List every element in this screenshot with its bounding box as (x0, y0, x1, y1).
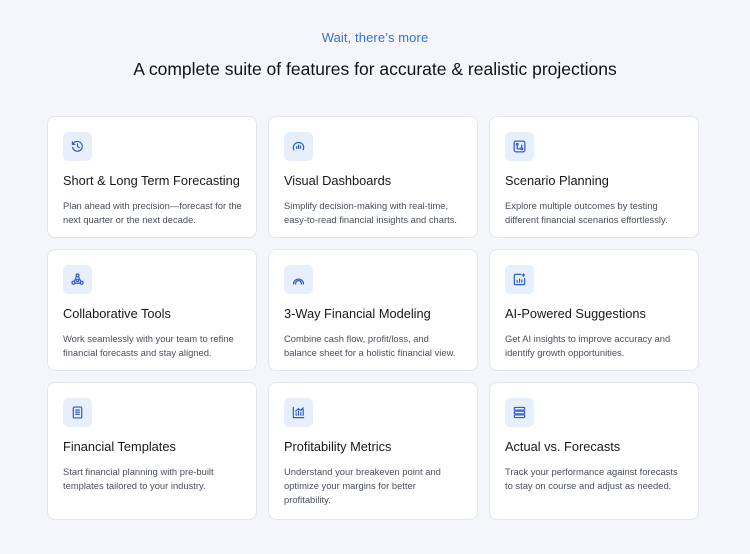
feature-description: Combine cash flow, profit/loss, and bala… (284, 333, 456, 358)
feature-card-profitability: Profitability Metrics Understand your br… (268, 382, 478, 520)
feature-card-dashboards: Visual Dashboards Simplify decision-maki… (268, 116, 478, 238)
features-section: Wait, there’s more A complete suite of f… (0, 0, 750, 554)
feature-card-forecasting: Short & Long Term Forecasting Plan ahead… (47, 116, 257, 238)
feature-card-collaborative: Collaborative Tools Work seamlessly with… (47, 249, 257, 371)
feature-card-ai: AI-Powered Suggestions Get AI insights t… (489, 249, 699, 371)
feature-title: Profitability Metrics (284, 439, 392, 454)
section-eyebrow: Wait, there’s more (321, 30, 429, 45)
model-cycle-icon (284, 265, 313, 294)
feature-title: Short & Long Term Forecasting (63, 173, 240, 188)
feature-title: Financial Templates (63, 439, 176, 454)
feature-title: Visual Dashboards (284, 173, 392, 188)
section-title: A complete suite of features for accurat… (133, 59, 617, 79)
bar-chart-icon (284, 398, 313, 427)
clock-refresh-icon (63, 132, 92, 161)
feature-title: Actual vs. Forecasts (505, 439, 621, 454)
feature-description: Simplify decision-making with real-time,… (284, 200, 458, 225)
feature-title: Scenario Planning (505, 173, 609, 188)
feature-card-actual-vs-forecasts: Actual vs. Forecasts Track your performa… (489, 382, 699, 520)
feature-card-scenario: Scenario Planning Explore multiple outco… (489, 116, 699, 238)
feature-title: AI-Powered Suggestions (505, 306, 646, 321)
feature-description: Track your performance against forecasts… (505, 466, 678, 491)
feature-grid: Short & Long Term Forecasting Plan ahead… (47, 116, 699, 520)
feature-description: Understand your breakeven point and opti… (284, 466, 441, 505)
scenario-branch-icon (505, 132, 534, 161)
dashboard-gauge-icon (284, 132, 313, 161)
feature-card-templates: Financial Templates Start financial plan… (47, 382, 257, 520)
feature-description: Work seamlessly with your team to refine… (63, 333, 234, 358)
stacked-layers-icon (505, 398, 534, 427)
feature-description: Plan ahead with precision—forecast for t… (63, 200, 242, 225)
ai-chart-icon (505, 265, 534, 294)
feature-description: Explore multiple outcomes by testing dif… (505, 200, 668, 225)
document-template-icon (63, 398, 92, 427)
feature-description: Start financial planning with pre-built … (63, 466, 214, 491)
team-users-icon (63, 265, 92, 294)
feature-title: 3-Way Financial Modeling (284, 306, 431, 321)
feature-title: Collaborative Tools (63, 306, 171, 321)
feature-card-modeling: 3-Way Financial Modeling Combine cash fl… (268, 249, 478, 371)
feature-description: Get AI insights to improve accuracy and … (505, 333, 671, 358)
